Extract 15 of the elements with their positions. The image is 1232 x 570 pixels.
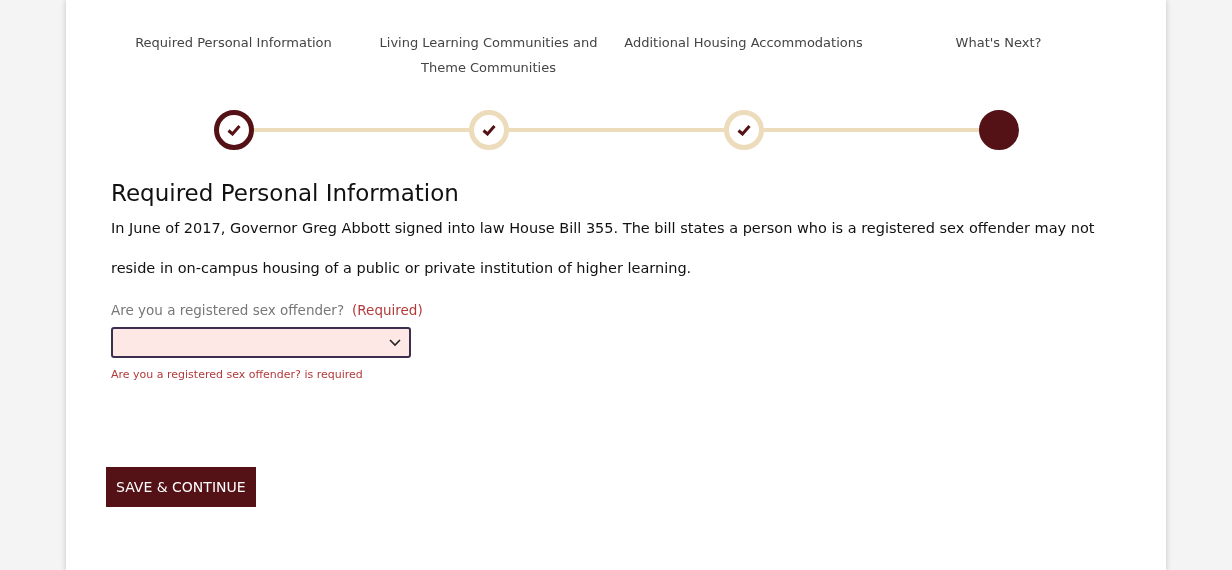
check-icon [481,124,496,136]
field-label: Are you a registered sex offender? [111,302,345,318]
required-tag: (Required) [352,302,423,318]
chevron-down-icon [389,338,401,347]
check-icon [226,124,241,136]
step-label: Living Learning Communities and Theme Communities [378,34,599,77]
step-label: What's Next? [954,34,1043,52]
step-label: Additional Housing Accommodations [623,34,864,52]
section-heading: Required Personal Information [111,180,460,206]
save-continue-button[interactable]: SAVE & CONTINUE [106,467,256,507]
check-icon [736,124,751,136]
dropdown-field[interactable] [111,327,411,358]
info-paragraph: In June of 2017, Governor Greg Abbott signed into law House Bill 355. The bill states a person who is a registered sex offender may not reside in on-campus housing of a public or private institution of higher learning. [111,219,1096,278]
error-message: Are you a registered sex offender? is required [111,368,364,381]
step-label: Required Personal Information [134,34,333,52]
